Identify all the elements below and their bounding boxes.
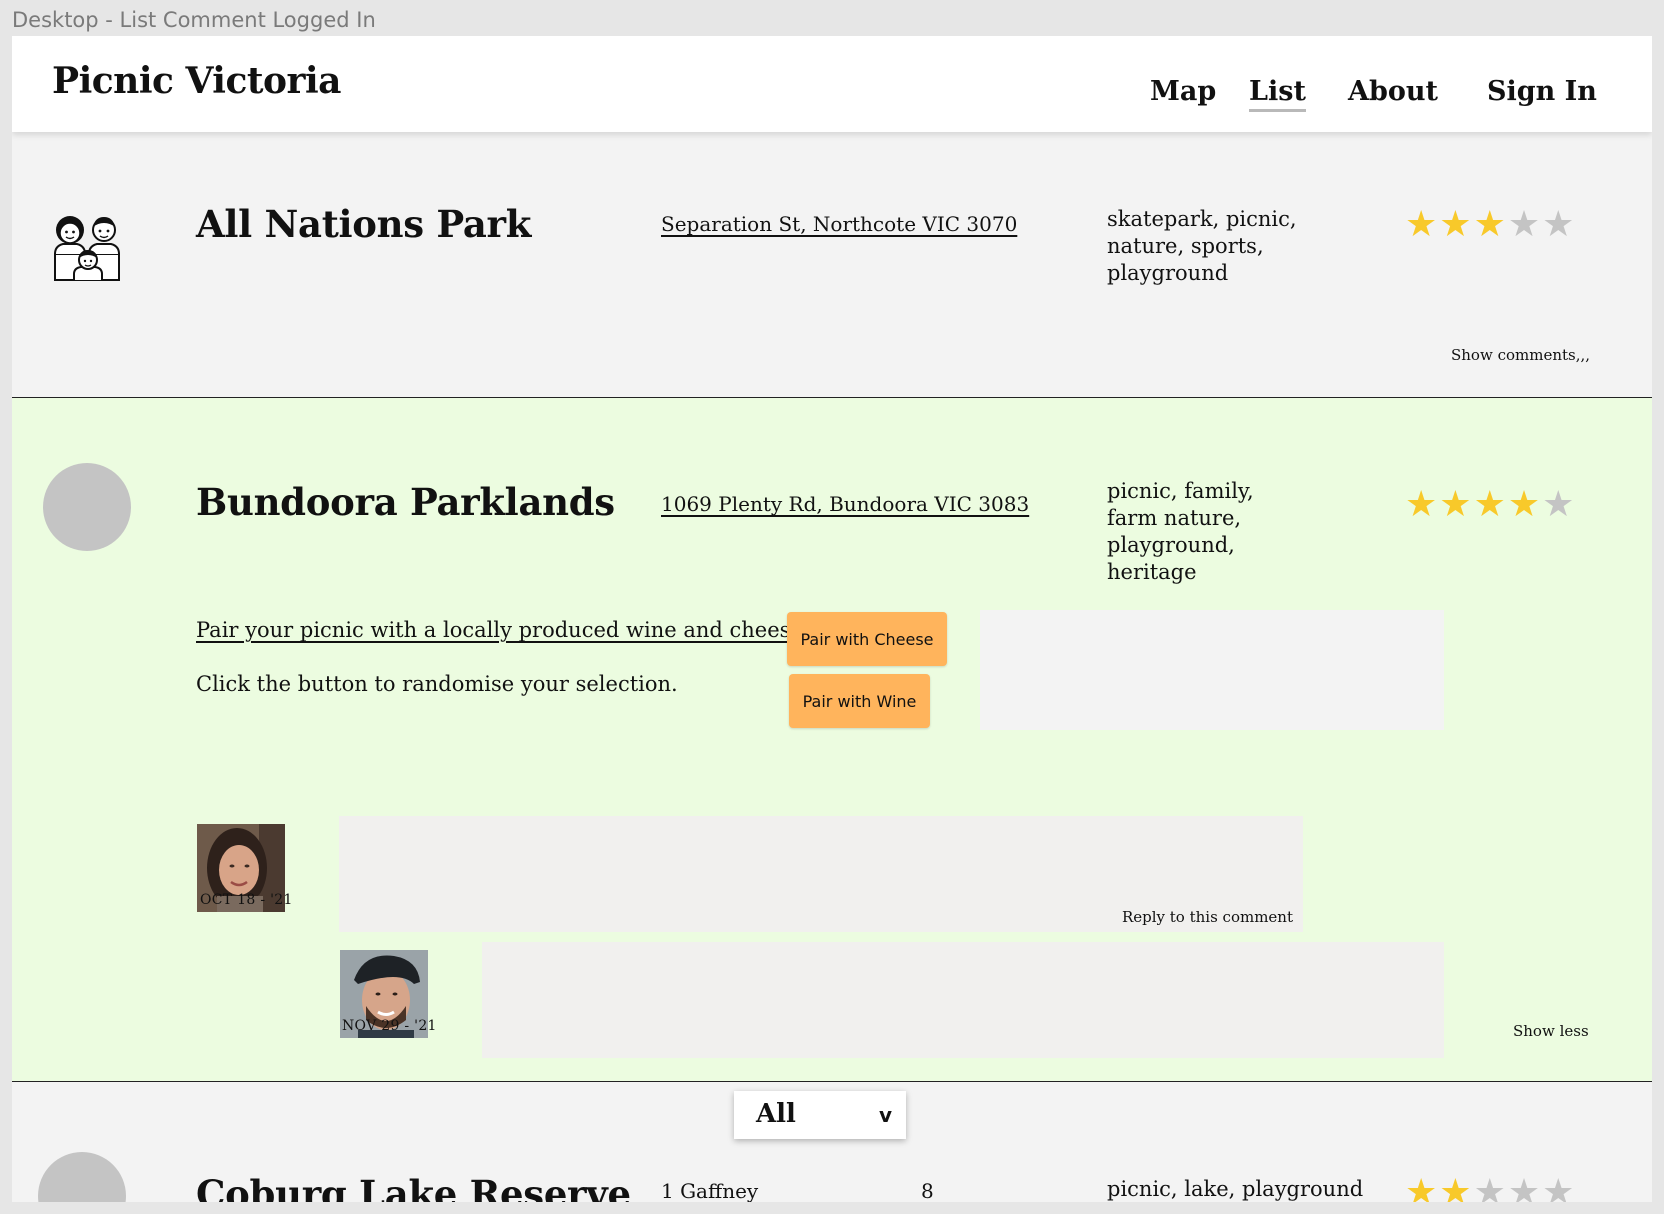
park-image-placeholder — [43, 463, 131, 551]
park-row-bundoora: Bundoora Parklands 1069 Plenty Rd, Bundo… — [12, 398, 1652, 1082]
star-icon-empty: ★ — [1542, 484, 1577, 525]
show-comments-link[interactable]: Show comments,,, — [1451, 346, 1590, 364]
star-icon-filled: ★ — [1405, 204, 1440, 245]
star-icon-filled: ★ — [1473, 484, 1508, 525]
comment-date: NOV 29 - '21 — [342, 1018, 437, 1034]
star-icon-filled: ★ — [1405, 484, 1440, 525]
rating-stars: ★★★★★ — [1405, 204, 1576, 245]
pairing-hint: Click the button to randomise your selec… — [196, 672, 678, 696]
park-address-link[interactable]: 1 Gaffney — [661, 1179, 758, 1202]
rating-stars: ★★★★★ — [1405, 1172, 1576, 1202]
comment-box — [482, 942, 1444, 1058]
pair-with-wine-button[interactable]: Pair with Wine — [789, 674, 930, 728]
pairing-promo-link[interactable]: Pair your picnic with a locally produced… — [196, 618, 823, 642]
star-icon-filled: ★ — [1507, 484, 1543, 525]
pairing-result-box — [980, 610, 1444, 730]
park-name[interactable]: All Nations Park — [196, 202, 531, 246]
nav-sign-in[interactable]: Sign In — [1487, 76, 1597, 107]
frame-label: Desktop - List Comment Logged In — [12, 8, 376, 32]
nav-about[interactable]: About — [1348, 76, 1438, 107]
park-name[interactable]: Coburg Lake Reserve — [196, 1172, 631, 1202]
park-tags: picnic, lake, playground — [1107, 1177, 1364, 1201]
chevron-down-icon: v — [878, 1103, 892, 1127]
star-icon-empty: ★ — [1507, 1172, 1543, 1202]
park-address-link-tail[interactable]: 8 — [921, 1179, 934, 1202]
rating-stars: ★★★★★ — [1405, 484, 1576, 525]
star-icon-empty: ★ — [1507, 204, 1543, 245]
comment-date: OCT 18 - '21 — [200, 892, 293, 908]
nav-list[interactable]: List — [1249, 76, 1306, 112]
park-tags: skatepark, picnic, nature, sports, playg… — [1107, 207, 1297, 285]
brand-title[interactable]: Picnic Victoria — [52, 60, 341, 102]
star-icon-filled: ★ — [1439, 1172, 1474, 1202]
pair-with-cheese-button[interactable]: Pair with Cheese — [787, 612, 947, 666]
show-less-link[interactable]: Show less — [1513, 1022, 1589, 1040]
star-icon-filled: ★ — [1405, 1172, 1440, 1202]
dropdown-selected-value: All — [756, 1099, 796, 1129]
star-icon-filled: ★ — [1439, 484, 1474, 525]
star-icon-empty: ★ — [1542, 1172, 1577, 1202]
site-header: Picnic Victoria Map List About Sign In — [12, 36, 1652, 132]
page-frame: Picnic Victoria Map List About Sign In A… — [12, 36, 1652, 1202]
star-icon-filled: ★ — [1439, 204, 1474, 245]
star-icon-filled: ★ — [1473, 204, 1508, 245]
park-address-link[interactable]: 1069 Plenty Rd, Bundoora VIC 3083 — [661, 492, 1029, 516]
park-image-placeholder — [38, 1152, 126, 1202]
nav-map[interactable]: Map — [1150, 76, 1216, 107]
family-icon — [54, 216, 120, 281]
filter-dropdown[interactable]: All v — [734, 1091, 906, 1139]
star-icon-empty: ★ — [1473, 1172, 1508, 1202]
park-address-link[interactable]: Separation St, Northcote VIC 3070 — [661, 212, 1017, 236]
park-name[interactable]: Bundoora Parklands — [196, 480, 615, 524]
star-icon-empty: ★ — [1542, 204, 1577, 245]
reply-to-comment-link[interactable]: Reply to this comment — [1122, 908, 1293, 926]
comment-box: Reply to this comment — [339, 816, 1303, 932]
park-tags: picnic, family, farm nature, playground,… — [1107, 479, 1254, 584]
park-row-all-nations: All Nations Park Separation St, Northcot… — [12, 132, 1652, 398]
